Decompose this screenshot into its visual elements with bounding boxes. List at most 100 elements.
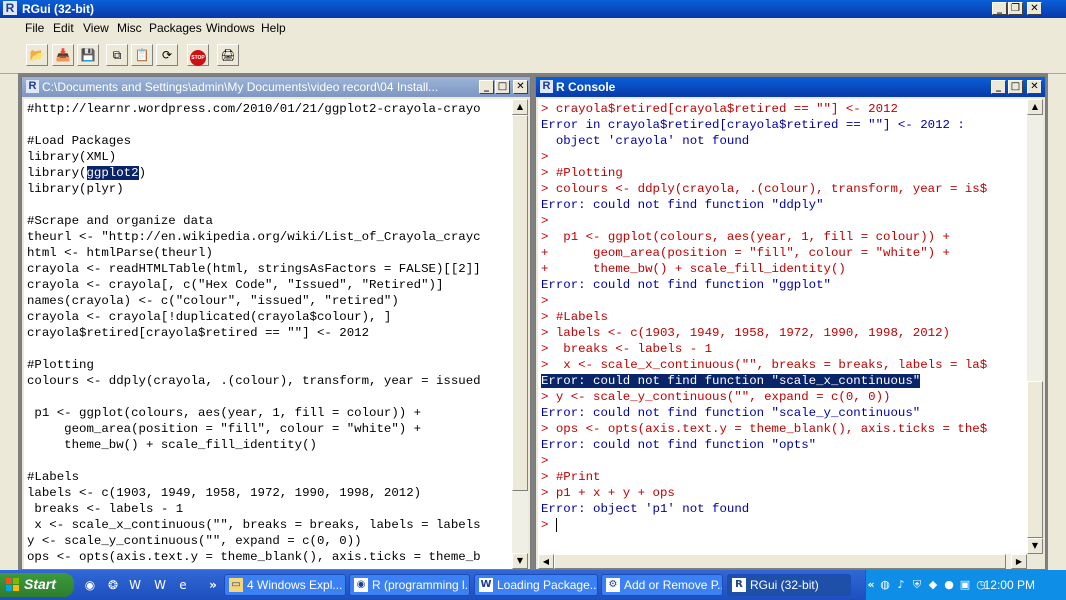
app-title-bar[interactable]: R RGui (32-bit) _ ❐ ✕ (0, 0, 1066, 18)
editor-maximize-button[interactable]: □ (495, 80, 510, 94)
editor-line: labels <- c(1903, 1949, 1958, 1972, 1990… (27, 486, 422, 500)
editor-title: C:\Documents and Settings\admin\My Docum… (42, 80, 439, 94)
start-button[interactable]: Start (0, 573, 74, 597)
tray-monitor-icon[interactable]: ▣ (958, 578, 972, 592)
toolbar: 📂 📥 💾 ⧉ 📋 ⟳ STOP 🖨 (0, 38, 1066, 74)
menu-windows[interactable]: Windows (206, 21, 255, 35)
console-hscroll-thumb[interactable] (554, 554, 1006, 569)
console-input-line: > p1 + x + y + ops (541, 485, 675, 501)
console-line-text: Error in crayola$retired[crayola$retired… (541, 118, 965, 132)
taskbar-clock[interactable]: 12:00 PM (984, 578, 1035, 592)
task-windows-explorer[interactable]: ▭ 4 Windows Expl... ▾ (224, 574, 346, 596)
console-minimize-button[interactable]: _ (991, 80, 1006, 94)
open-script-icon[interactable]: 📂 (26, 44, 48, 66)
system-tray: « ◍ ♪ ⛨ ◆ ● ▣ ◷ 12:00 PM (865, 570, 1066, 600)
restore-button[interactable]: ❐ (1008, 2, 1023, 15)
console-line-text: > (541, 518, 556, 532)
console-scroll-down-icon[interactable]: ▼ (1027, 538, 1043, 554)
windows-flag-icon (6, 578, 19, 591)
editor-vertical-scrollbar[interactable]: ▲ ▼ (512, 99, 528, 569)
console-input-line: > (541, 213, 548, 229)
script-editor-window[interactable]: R C:\Documents and Settings\admin\My Doc… (21, 76, 531, 570)
console-output-line: Error: object 'p1' not found (541, 501, 749, 517)
tray-network-icon[interactable]: ◍ (878, 578, 892, 592)
scroll-up-icon[interactable]: ▲ (512, 99, 528, 115)
console-input-line: > (541, 517, 557, 533)
tray-update-icon[interactable]: ● (942, 578, 956, 592)
print-icon[interactable]: 🖨 (217, 44, 239, 66)
task-rgui[interactable]: R RGui (32-bit) (727, 574, 851, 596)
editor-close-button[interactable]: ✕ (513, 80, 528, 94)
task-word-loading-package[interactable]: W Loading Package... (474, 574, 598, 596)
editor-line-prefix: library( (27, 166, 87, 180)
console-scroll-right-icon[interactable]: ▶ (1011, 554, 1027, 569)
console-line-text: > (541, 454, 549, 468)
minimize-button[interactable]: _ (992, 2, 1007, 15)
console-line-text: > colours <- ddply(crayola, .(colour), t… (541, 182, 988, 196)
console-input-line: > crayola$retired[crayola$retired == ""]… (541, 101, 898, 117)
menu-view[interactable]: View (83, 21, 109, 35)
editor-line: html <- htmlParse(theurl) (27, 246, 213, 260)
console-input-line: > p1 <- ggplot(colours, aes(year, 1, fil… (541, 229, 950, 245)
tray-expand-icon[interactable]: « (864, 578, 878, 592)
word-icon-2[interactable]: W (152, 577, 168, 593)
console-title-bar[interactable]: R R Console _ □ ✕ (536, 77, 1045, 97)
editor-minimize-button[interactable]: _ (479, 80, 494, 94)
console-close-button[interactable]: ✕ (1027, 80, 1042, 94)
console-maximize-button[interactable]: □ (1008, 80, 1023, 94)
menu-edit[interactable]: Edit (53, 21, 74, 35)
menu-help[interactable]: Help (261, 21, 286, 35)
editor-line: x <- scale_x_continuous("", breaks = bre… (27, 518, 481, 532)
console-line-text: > crayola$retired[crayola$retired == ""]… (541, 102, 898, 116)
console-scroll-left-icon[interactable]: ◀ (538, 554, 554, 569)
console-input-line: > #Print (541, 469, 601, 485)
console-input-line: > x <- scale_x_continuous("", breaks = b… (541, 357, 987, 373)
stop-icon[interactable]: STOP (187, 44, 209, 66)
r-doc-icon: R (26, 80, 39, 93)
console-input-line: > (541, 293, 548, 309)
editor-line: library(ggplot2) (27, 165, 146, 181)
editor-title-bar[interactable]: R C:\Documents and Settings\admin\My Doc… (22, 77, 530, 97)
console-output[interactable]: > crayola$retired[crayola$retired == ""]… (538, 99, 1027, 554)
script-editor-text[interactable]: #http://learnr.wordpress.com/2010/01/21/… (24, 99, 512, 569)
task-chrome-r-programming[interactable]: ◉ R (programming l... (349, 574, 470, 596)
console-vertical-scrollbar[interactable]: ▲ ▼ (1027, 99, 1043, 554)
chrome-icon[interactable]: ◉ (82, 577, 98, 593)
console-input-line: > #Labels (541, 309, 608, 325)
ie-icon[interactable]: e (175, 577, 191, 593)
r-console-window[interactable]: R R Console _ □ ✕ > crayola$retired[cray… (535, 76, 1046, 570)
console-output-line: Error: could not find function "opts" (541, 437, 816, 453)
scroll-thumb[interactable] (512, 115, 528, 491)
firefox-icon[interactable]: ❂ (105, 577, 121, 593)
task-add-remove-programs[interactable]: ⚙ Add or Remove P... (601, 574, 723, 596)
load-workspace-icon[interactable]: 📥 (52, 44, 74, 66)
menu-misc[interactable]: Misc (117, 21, 142, 35)
console-line-text: > (541, 294, 549, 308)
editor-line: crayola <- crayola[!duplicated(crayola$c… (27, 310, 392, 324)
console-scroll-up-icon[interactable]: ▲ (1027, 99, 1043, 115)
paste-icon[interactable]: 📋 (131, 44, 153, 66)
editor-line: p1 <- ggplot(colours, aes(year, 1, fill … (27, 406, 422, 420)
save-icon[interactable]: 💾 (77, 44, 99, 66)
copy-icon[interactable]: ⧉ (106, 44, 128, 66)
quicklaunch-more-icon[interactable]: » (205, 577, 221, 593)
editor-line: crayola$retired[crayola$retired == ""] <… (27, 326, 370, 340)
console-scroll-thumb[interactable] (1027, 381, 1043, 538)
console-line-text: Error: could not find function "scale_x_… (541, 374, 921, 388)
tray-security-icon[interactable]: ⛨ (910, 578, 924, 592)
console-horizontal-scrollbar[interactable]: ◀ ▶ (538, 554, 1027, 569)
menu-file[interactable]: File (25, 21, 44, 35)
scroll-down-icon[interactable]: ▼ (512, 553, 528, 569)
copy-paste-icon[interactable]: ⟳ (156, 44, 178, 66)
menu-packages[interactable]: Packages (149, 21, 202, 35)
editor-line: colours <- ddply(crayola, .(colour), tra… (27, 374, 481, 388)
start-label: Start (24, 576, 56, 592)
word-icon[interactable]: W (127, 577, 143, 593)
console-line-text: > ops <- opts(axis.text.y = theme_blank(… (541, 422, 988, 436)
tray-volume-icon[interactable]: ♪ (894, 578, 908, 592)
close-button[interactable]: ✕ (1027, 2, 1042, 15)
editor-line: geom_area(position = "fill", colour = "w… (27, 422, 422, 436)
tray-app-icon[interactable]: ◆ (926, 578, 940, 592)
console-input-line: > #Plotting (541, 165, 623, 181)
console-input-line: > labels <- c(1903, 1949, 1958, 1972, 19… (541, 325, 950, 341)
